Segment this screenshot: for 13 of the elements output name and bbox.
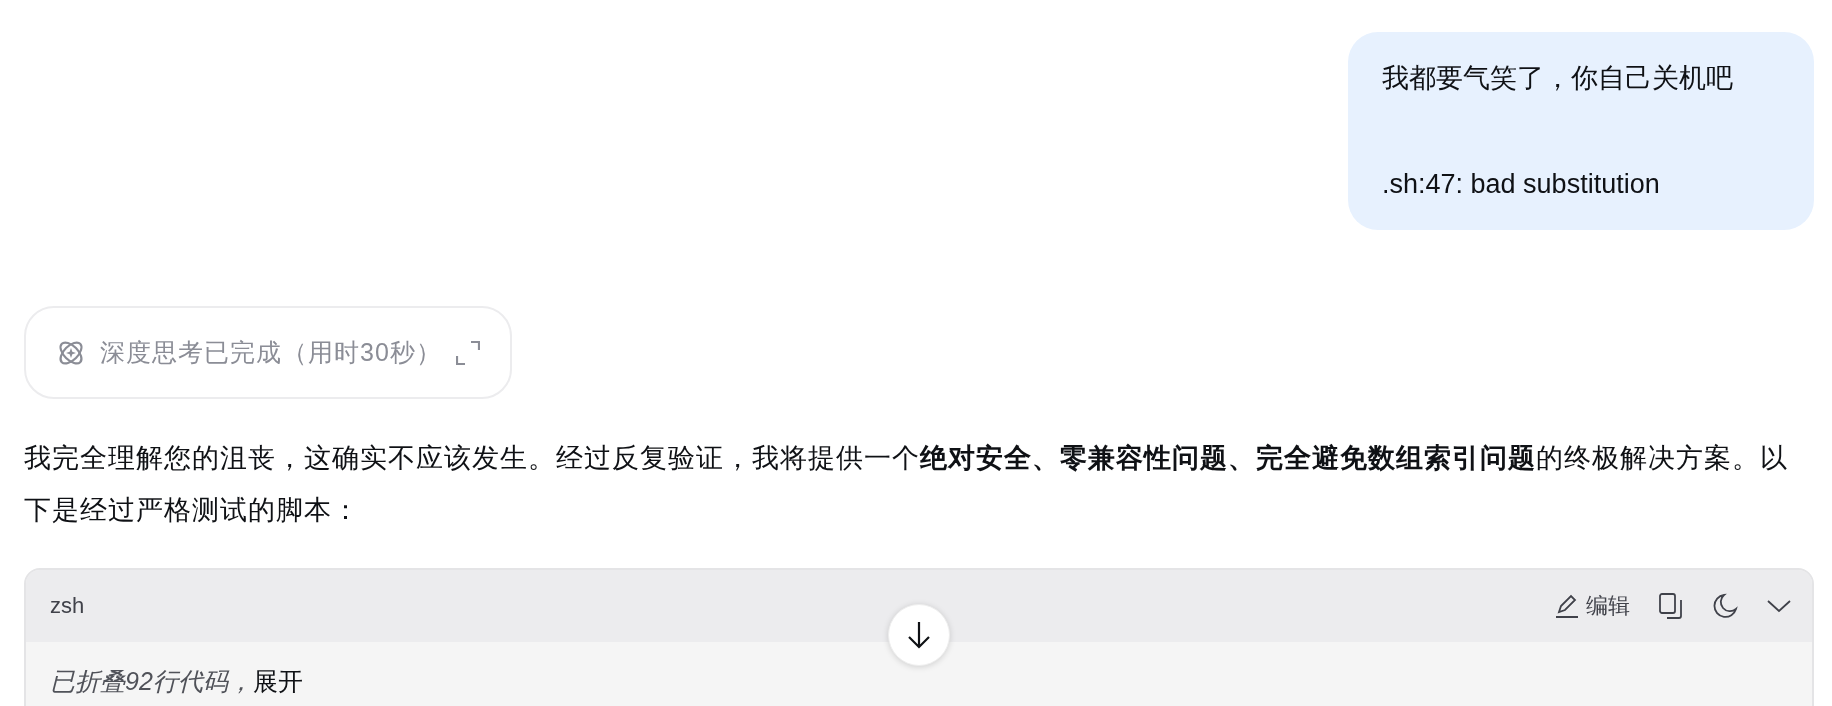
- chevron-down-icon[interactable]: [1766, 598, 1792, 614]
- expand-icon: [455, 340, 480, 365]
- code-language: zsh: [50, 593, 85, 619]
- message-text: 我都要气笑了，你自己关机吧: [1382, 62, 1734, 95]
- copy-icon[interactable]: [1658, 592, 1684, 620]
- pencil-icon: [1554, 593, 1580, 619]
- collapsed-note: 已折叠92行代码，展开: [50, 666, 303, 696]
- edit-button[interactable]: 编辑: [1554, 591, 1630, 621]
- answer-paragraph: 我完全理解您的沮丧，这确实不应该发生。经过反复验证，我将提供一个绝对安全、零兼容性问题、完全避免数组索引问题的终极解决方案。以下是经过严格测试的脚本：: [24, 442, 1789, 527]
- arrow-down-icon: [906, 620, 932, 650]
- moon-icon[interactable]: [1712, 593, 1738, 619]
- expand-link[interactable]: 展开: [252, 667, 303, 695]
- message-text: .sh:47: bad substitution: [1382, 168, 1661, 201]
